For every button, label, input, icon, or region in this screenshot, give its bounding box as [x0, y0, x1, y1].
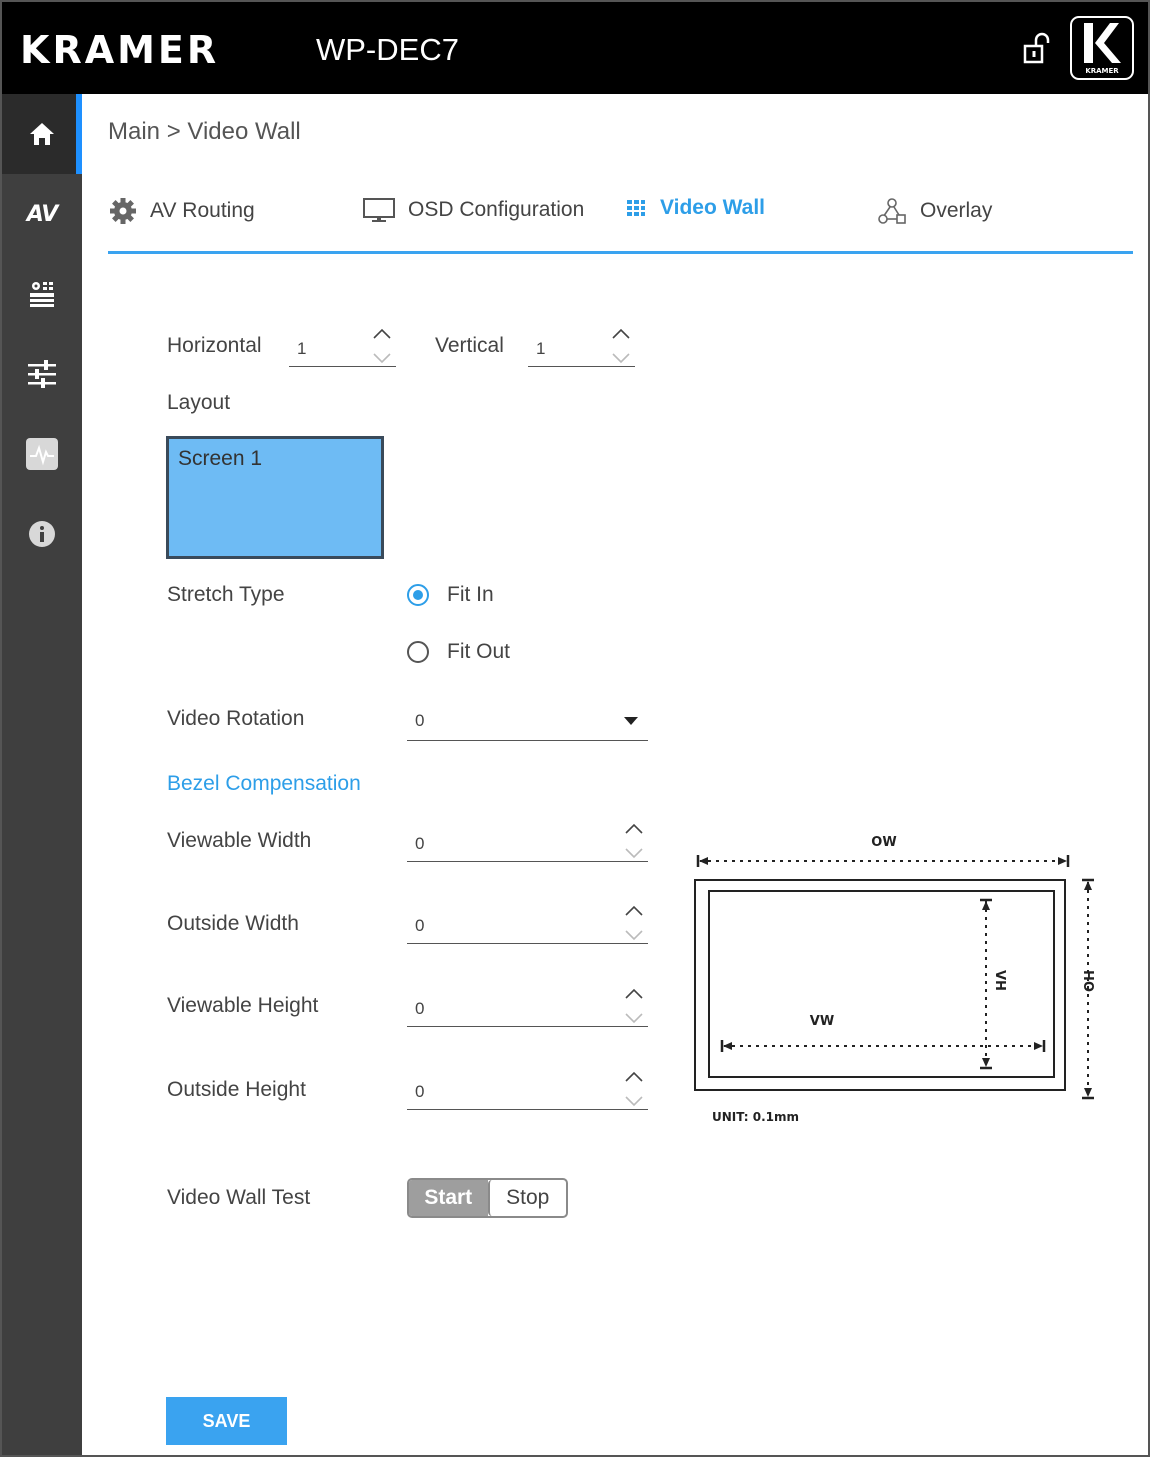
sidebar-item-home[interactable]: [2, 94, 82, 174]
viewable-width-stepper[interactable]: 0: [407, 822, 648, 862]
viewable-height-stepper[interactable]: 0: [407, 987, 648, 1027]
stretch-type-label: Stretch Type: [167, 583, 285, 606]
home-icon: [30, 123, 54, 145]
layout-label: Layout: [167, 391, 231, 414]
vertical-label: Vertical: [435, 334, 504, 357]
tab-osd-configuration[interactable]: OSD Configuration: [362, 196, 584, 224]
sliders-icon: [28, 360, 56, 388]
tab-label: OSD Configuration: [408, 198, 585, 221]
top-header: KRAMER WP-DEC7 KRAMER: [2, 2, 1148, 94]
horizontal-stepper[interactable]: 1: [289, 327, 396, 367]
radio-fit-in[interactable]: Fit In: [407, 583, 494, 607]
monitor-icon: [362, 196, 396, 224]
viewable-width-value: 0: [415, 834, 425, 853]
caret-down-icon: [624, 717, 638, 725]
oh-label: OH: [1083, 970, 1098, 992]
vh-label: VH: [992, 970, 1007, 991]
radio-fit-out[interactable]: Fit Out: [407, 640, 510, 664]
breadcrumb: Main > Video Wall: [108, 118, 301, 145]
stepper-arrows-icon[interactable]: [370, 327, 394, 365]
radio-checked-icon: [407, 584, 429, 606]
grid-icon: [624, 196, 648, 220]
video-wall-test-label: Video Wall Test: [167, 1186, 311, 1209]
radio-unchecked-icon: [407, 641, 429, 663]
sidebar-item-av[interactable]: AV: [2, 174, 82, 254]
tab-overlay[interactable]: Overlay: [876, 196, 992, 226]
bezel-diagram: OW VH VW OH UNIT: 0.1mm: [694, 835, 1098, 1124]
rotation-value: 0: [415, 711, 425, 730]
outside-height-stepper[interactable]: 0: [407, 1070, 648, 1110]
horizontal-label: Horizontal: [167, 334, 262, 357]
ow-label: OW: [871, 835, 896, 850]
tab-label: AV Routing: [150, 199, 255, 222]
stepper-arrows-icon[interactable]: [609, 327, 633, 365]
overlay-icon: [876, 196, 908, 226]
layout-screen-1[interactable]: Screen 1: [166, 436, 384, 559]
pulse-icon: [26, 438, 58, 470]
horizontal-value: 1: [297, 339, 307, 358]
vertical-value: 1: [536, 339, 546, 358]
unlock-icon[interactable]: [1022, 32, 1052, 66]
video-wall-test-toggle: Start Stop: [407, 1178, 568, 1218]
save-button[interactable]: SAVE: [166, 1397, 287, 1445]
stop-button[interactable]: Stop: [487, 1180, 566, 1216]
sidebar-item-info[interactable]: [2, 494, 82, 574]
outside-height-label: Outside Height: [167, 1078, 306, 1101]
stepper-arrows-icon[interactable]: [622, 822, 646, 860]
viewable-height-label: Viewable Height: [167, 994, 319, 1017]
sidebar-item-diagnostics[interactable]: [2, 414, 82, 494]
logo-text: KRAMER: [1085, 67, 1119, 75]
viewable-height-value: 0: [415, 999, 425, 1018]
vertical-stepper[interactable]: 1: [528, 327, 635, 367]
kramer-logo: KRAMER: [1070, 16, 1134, 80]
stepper-arrows-icon[interactable]: [622, 1070, 646, 1108]
stepper-arrows-icon[interactable]: [622, 987, 646, 1025]
start-button[interactable]: Start: [409, 1180, 488, 1216]
tab-av-routing[interactable]: AV Routing: [108, 196, 255, 226]
device-settings-icon: [30, 282, 54, 307]
outside-width-value: 0: [415, 916, 425, 935]
tab-label: Overlay: [920, 199, 993, 222]
sidebar: AV: [2, 94, 82, 1455]
radio-label: Fit Out: [447, 640, 511, 663]
sidebar-item-settings[interactable]: [2, 334, 82, 414]
info-icon: [29, 521, 55, 547]
unit-label: UNIT: 0.1mm: [712, 1110, 799, 1124]
radio-label: Fit In: [447, 583, 494, 606]
tab-video-wall[interactable]: Video Wall: [624, 196, 765, 220]
gear-icon: [108, 196, 138, 226]
device-model: WP-DEC7: [316, 32, 459, 67]
video-rotation-label: Video Rotation: [167, 707, 305, 730]
tab-bar: AV Routing OSD Configuration Video Wall: [108, 190, 1133, 254]
brand-name: KRAMER: [20, 28, 220, 72]
sidebar-item-device[interactable]: [2, 254, 82, 334]
viewable-width-label: Viewable Width: [167, 829, 312, 852]
active-indicator: [76, 94, 82, 174]
bezel-compensation-heading: Bezel Compensation: [167, 772, 361, 795]
vw-label: VW: [810, 1014, 834, 1029]
av-icon: AV: [26, 201, 59, 227]
stepper-arrows-icon[interactable]: [622, 904, 646, 942]
tab-label: Video Wall: [660, 196, 766, 219]
video-rotation-select[interactable]: 0: [407, 700, 648, 741]
outside-width-label: Outside Width: [167, 912, 299, 935]
outside-height-value: 0: [415, 1082, 425, 1101]
outside-width-stepper[interactable]: 0: [407, 904, 648, 944]
screen-label: Screen 1: [178, 447, 263, 470]
